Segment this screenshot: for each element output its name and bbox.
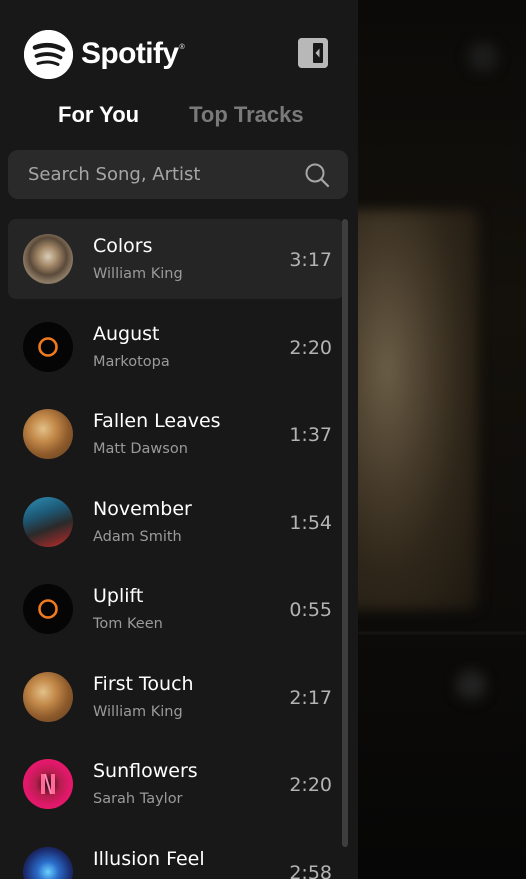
- track-title: Sunflowers: [93, 760, 198, 782]
- spotify-logo-icon: [24, 29, 73, 79]
- player-control-blurred: [468, 42, 498, 72]
- tab-top-tracks[interactable]: Top Tracks: [189, 102, 304, 128]
- track-title: Uplift: [93, 585, 144, 607]
- track-artist: Matt Dawson: [93, 441, 188, 457]
- album-art-blurred: [358, 210, 478, 610]
- tabs: For You Top Tracks: [58, 102, 304, 128]
- track-duration: 1:37: [289, 424, 332, 446]
- track-duration: 1:54: [289, 511, 332, 534]
- brand[interactable]: Spotify®: [24, 29, 185, 79]
- album-cover: [23, 409, 73, 459]
- track-item[interactable]: Sunflowers Sarah Taylor 2:20: [8, 744, 344, 824]
- track-duration: 2:58: [289, 861, 332, 879]
- track-item[interactable]: November Adam Smith 1:54: [8, 482, 344, 562]
- scrollbar[interactable]: [342, 219, 348, 847]
- track-item[interactable]: August Markotopa 2:20: [8, 307, 344, 387]
- track-title: November: [93, 497, 192, 520]
- album-cover: [23, 846, 73, 879]
- track-title: Colors: [93, 235, 153, 257]
- brand-name: Spotify®: [81, 37, 185, 70]
- track-item[interactable]: Fallen Leaves Matt Dawson 1:37: [8, 394, 344, 474]
- track-title: Fallen Leaves: [93, 410, 221, 432]
- player-control-blurred: [456, 670, 486, 700]
- track-duration: 2:17: [289, 686, 332, 709]
- progress-bar-blurred: [358, 632, 526, 634]
- search-input[interactable]: [8, 150, 304, 199]
- track-duration: 2:20: [289, 774, 332, 796]
- track-item[interactable]: Uplift Tom Keen 0:55: [8, 569, 344, 649]
- track-artist: Sarah Taylor: [93, 791, 183, 807]
- album-cover: [23, 234, 73, 284]
- album-cover: [23, 321, 73, 372]
- collapse-sidebar-button[interactable]: [298, 38, 328, 68]
- track-item[interactable]: First Touch William King 2:17: [8, 657, 344, 737]
- track-artist: William King: [93, 703, 183, 720]
- panel-collapse-icon: [298, 38, 328, 68]
- search-bar: [8, 150, 348, 199]
- sidebar: Spotify® For You Top Tracks Colors Willi…: [0, 0, 358, 879]
- track-title: Illusion Feel: [93, 847, 205, 870]
- track-item[interactable]: Colors William King 3:17: [8, 219, 344, 299]
- track-artist: William King: [93, 266, 183, 282]
- search-icon[interactable]: [304, 162, 330, 188]
- track-duration: 2:20: [289, 336, 332, 359]
- track-item[interactable]: Illusion Feel 2:58: [8, 832, 344, 879]
- track-artist: Markotopa: [93, 353, 170, 370]
- album-cover: [23, 584, 73, 634]
- track-artist: Tom Keen: [93, 616, 163, 632]
- album-cover: [23, 671, 73, 722]
- track-list: Colors William King 3:17 August Markotop…: [8, 219, 344, 879]
- tab-for-you[interactable]: For You: [58, 102, 139, 128]
- now-playing-background: [358, 0, 526, 879]
- track-artist: Adam Smith: [93, 528, 182, 545]
- album-cover: [23, 759, 73, 809]
- track-duration: 3:17: [289, 249, 332, 271]
- track-title: August: [93, 322, 160, 345]
- track-duration: 0:55: [289, 599, 332, 621]
- album-cover: [23, 496, 73, 547]
- track-title: First Touch: [93, 672, 194, 695]
